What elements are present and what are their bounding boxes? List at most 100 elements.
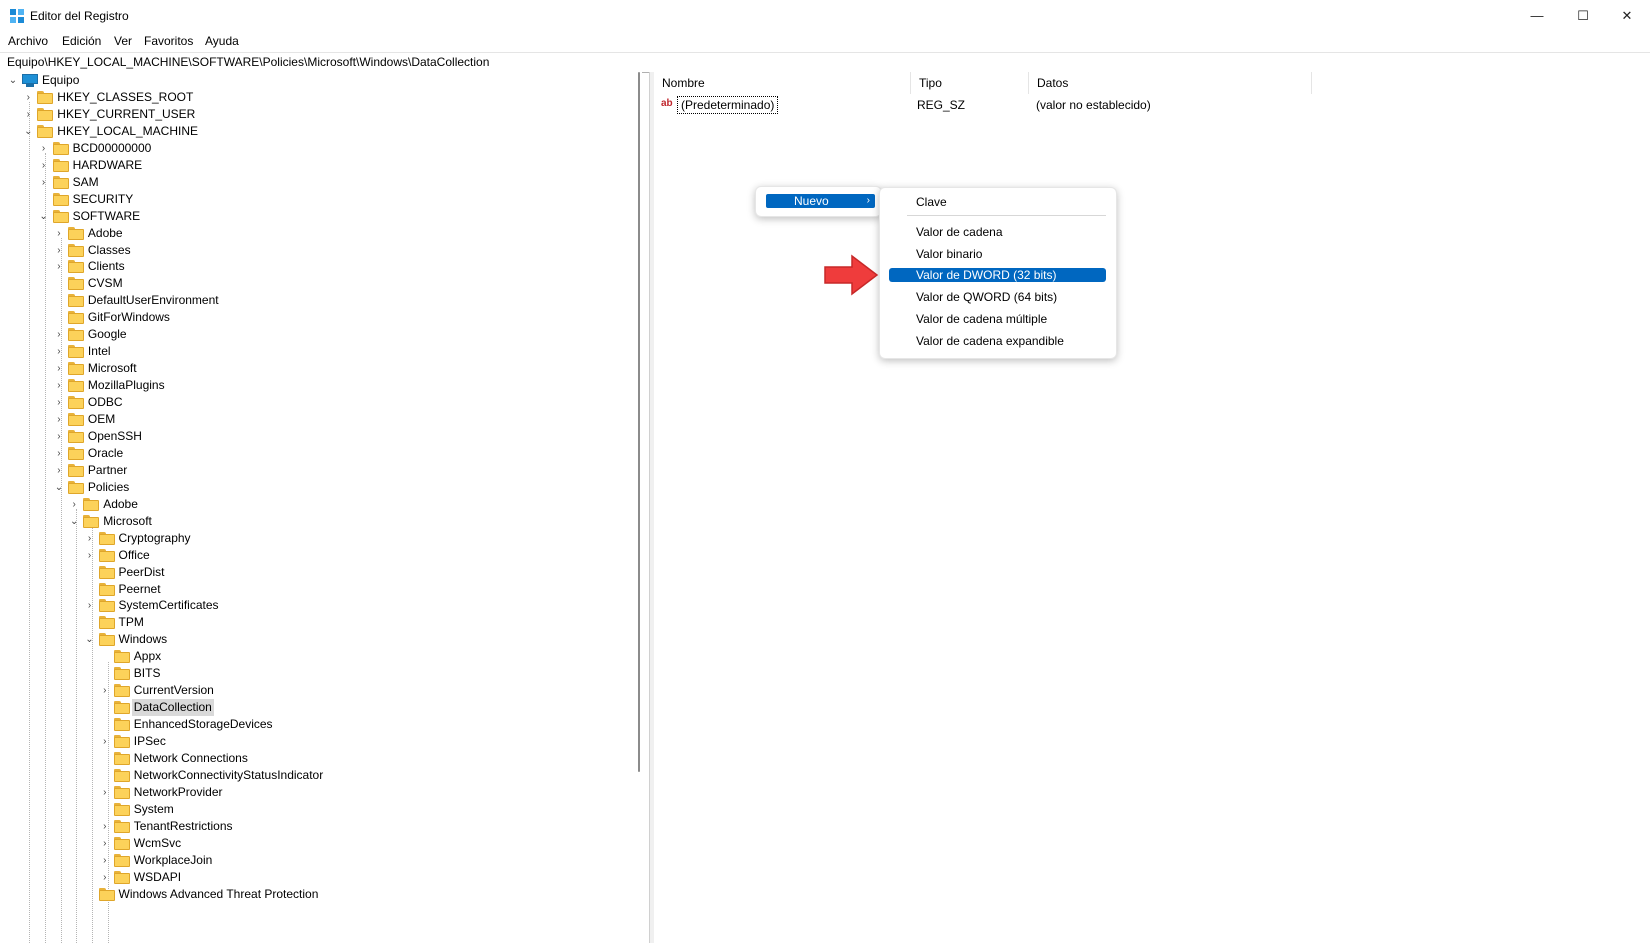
- tree-item[interactable]: EnhancedStorageDevices: [0, 716, 640, 733]
- menu-favoritos[interactable]: Favoritos: [144, 34, 193, 48]
- address-bar[interactable]: Equipo\HKEY_LOCAL_MACHINE\SOFTWARE\Polic…: [0, 52, 1650, 73]
- tree-item[interactable]: Network Connections: [0, 750, 640, 767]
- tree-item[interactable]: ⌄ HKEY_LOCAL_MACHINE: [0, 123, 640, 140]
- chevron-right-icon[interactable]: ›: [100, 835, 110, 852]
- value-name[interactable]: (Predeterminado): [677, 96, 779, 114]
- tree-item[interactable]: › Classes: [0, 242, 640, 259]
- tree-item[interactable]: GitForWindows: [0, 309, 640, 326]
- chevron-down-icon[interactable]: ⌄: [39, 208, 49, 225]
- tree-item[interactable]: DataCollection: [0, 699, 640, 717]
- chevron-right-icon[interactable]: ›: [54, 394, 64, 411]
- chevron-right-icon[interactable]: ›: [85, 597, 95, 614]
- tree-item[interactable]: SECURITY: [0, 191, 640, 208]
- chevron-right-icon[interactable]: ›: [69, 496, 79, 513]
- tree-item[interactable]: › HKEY_CURRENT_USER: [0, 106, 640, 123]
- key-tree[interactable]: ⌄ Equipo › HKEY_CLASSES_ROOT › HKEY_CURRENT…: [0, 72, 642, 943]
- chevron-right-icon[interactable]: ›: [85, 547, 95, 564]
- tree-item[interactable]: DefaultUserEnvironment: [0, 292, 640, 309]
- chevron-right-icon[interactable]: ›: [54, 225, 64, 242]
- menu-item-valor-cadena-expandible[interactable]: Valor de cadena expandible: [889, 334, 1106, 348]
- close-button[interactable]: ✕: [1604, 0, 1650, 32]
- tree-item[interactable]: TPM: [0, 614, 640, 631]
- tree-item[interactable]: BITS: [0, 665, 640, 682]
- tree-scrollbar[interactable]: [638, 72, 640, 772]
- chevron-down-icon[interactable]: ⌄: [85, 631, 95, 648]
- tree-item[interactable]: › ODBC: [0, 394, 640, 411]
- menu-edicion[interactable]: Edición: [62, 34, 101, 48]
- chevron-right-icon[interactable]: ›: [54, 445, 64, 462]
- menu-item-nuevo[interactable]: Nuevo ›: [766, 194, 875, 208]
- tree-item[interactable]: System: [0, 801, 640, 818]
- menu-item-valor-cadena-multiple[interactable]: Valor de cadena múltiple: [889, 312, 1106, 326]
- tree-item[interactable]: › OpenSSH: [0, 428, 640, 445]
- menu-ver[interactable]: Ver: [114, 34, 132, 48]
- chevron-right-icon[interactable]: ›: [100, 869, 110, 886]
- tree-item[interactable]: ⌄ Policies: [0, 479, 640, 496]
- menu-item-valor-binario[interactable]: Valor binario: [889, 247, 1106, 261]
- chevron-right-icon[interactable]: ›: [100, 682, 110, 699]
- tree-item[interactable]: › SAM: [0, 174, 640, 191]
- tree-item[interactable]: ⌄ Microsoft: [0, 513, 640, 530]
- tree-item[interactable]: › HKEY_CLASSES_ROOT: [0, 89, 640, 106]
- menu-ayuda[interactable]: Ayuda: [205, 34, 239, 48]
- tree-item[interactable]: NetworkConnectivityStatusIndicator: [0, 767, 640, 784]
- tree-item[interactable]: › Partner: [0, 462, 640, 479]
- tree-item[interactable]: › TenantRestrictions: [0, 818, 640, 835]
- tree-item[interactable]: › WSDAPI: [0, 869, 640, 886]
- chevron-right-icon[interactable]: ›: [100, 784, 110, 801]
- column-header-datos[interactable]: Datos: [1029, 72, 1312, 94]
- tree-item[interactable]: › Adobe: [0, 225, 640, 242]
- tree-item[interactable]: › IPSec: [0, 733, 640, 750]
- tree-item[interactable]: › Cryptography: [0, 530, 640, 547]
- chevron-right-icon[interactable]: ›: [39, 174, 49, 191]
- table-row[interactable]: ab (Predeterminado) REG_SZ (valor no est…: [654, 96, 1650, 114]
- chevron-right-icon[interactable]: ›: [23, 106, 33, 123]
- chevron-right-icon[interactable]: ›: [39, 140, 49, 157]
- tree-item[interactable]: Appx: [0, 648, 640, 665]
- column-header-nombre[interactable]: Nombre: [654, 72, 911, 94]
- tree-item[interactable]: › CurrentVersion: [0, 682, 640, 699]
- chevron-right-icon[interactable]: ›: [54, 242, 64, 259]
- chevron-right-icon[interactable]: ›: [54, 326, 64, 343]
- tree-item[interactable]: › SystemCertificates: [0, 597, 640, 614]
- address-path[interactable]: Equipo\HKEY_LOCAL_MACHINE\SOFTWARE\Polic…: [7, 55, 489, 69]
- menu-item-valor-dword[interactable]: Valor de DWORD (32 bits): [889, 268, 1106, 282]
- chevron-right-icon[interactable]: ›: [54, 343, 64, 360]
- chevron-right-icon[interactable]: ›: [54, 462, 64, 479]
- column-header-tipo[interactable]: Tipo: [911, 72, 1029, 94]
- tree-item[interactable]: › WorkplaceJoin: [0, 852, 640, 869]
- tree-item[interactable]: › OEM: [0, 411, 640, 428]
- tree-item[interactable]: PeerDist: [0, 564, 640, 581]
- menu-item-clave[interactable]: Clave: [889, 195, 1106, 209]
- chevron-right-icon[interactable]: ›: [100, 852, 110, 869]
- maximize-button[interactable]: ☐: [1560, 0, 1606, 32]
- chevron-down-icon[interactable]: ⌄: [8, 72, 18, 89]
- tree-item[interactable]: › HARDWARE: [0, 157, 640, 174]
- chevron-right-icon[interactable]: ›: [54, 411, 64, 428]
- tree-item[interactable]: › Oracle: [0, 445, 640, 462]
- chevron-down-icon[interactable]: ⌄: [69, 513, 79, 530]
- tree-item[interactable]: ⌄ SOFTWARE: [0, 208, 640, 225]
- tree-item-equipo[interactable]: ⌄ Equipo: [0, 72, 640, 89]
- tree-item[interactable]: › NetworkProvider: [0, 784, 640, 801]
- chevron-down-icon[interactable]: ⌄: [23, 123, 33, 140]
- chevron-down-icon[interactable]: ⌄: [54, 479, 64, 496]
- chevron-right-icon[interactable]: ›: [54, 377, 64, 394]
- minimize-button[interactable]: —: [1514, 0, 1560, 32]
- tree-item[interactable]: › MozillaPlugins: [0, 377, 640, 394]
- tree-item[interactable]: ⌄ Windows: [0, 631, 640, 648]
- chevron-right-icon[interactable]: ›: [100, 733, 110, 750]
- menu-item-valor-cadena[interactable]: Valor de cadena: [889, 225, 1106, 239]
- tree-item[interactable]: › Intel: [0, 343, 640, 360]
- tree-item[interactable]: › Office: [0, 547, 640, 564]
- tree-item[interactable]: › Adobe: [0, 496, 640, 513]
- chevron-right-icon[interactable]: ›: [23, 89, 33, 106]
- chevron-right-icon[interactable]: ›: [54, 258, 64, 275]
- tree-item[interactable]: CVSM: [0, 275, 640, 292]
- menu-archivo[interactable]: Archivo: [8, 34, 48, 48]
- tree-item[interactable]: › BCD00000000: [0, 140, 640, 157]
- chevron-right-icon[interactable]: ›: [54, 360, 64, 377]
- tree-item[interactable]: Windows Advanced Threat Protection: [0, 886, 640, 903]
- chevron-right-icon[interactable]: ›: [54, 428, 64, 445]
- chevron-right-icon[interactable]: ›: [100, 818, 110, 835]
